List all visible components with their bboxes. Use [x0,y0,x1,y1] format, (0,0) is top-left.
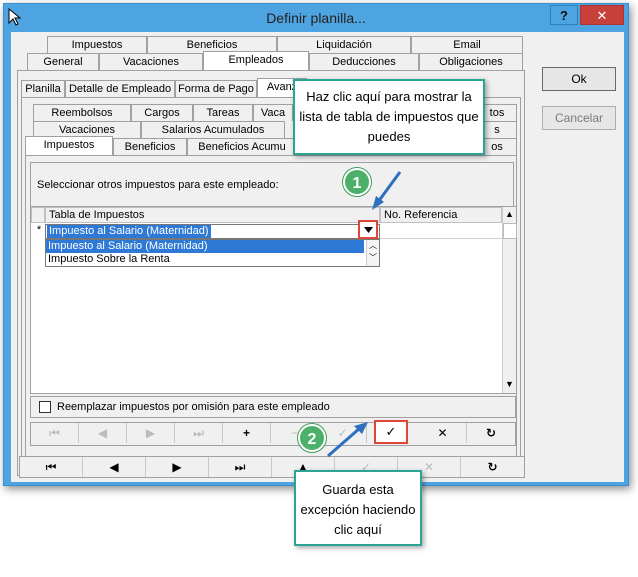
first-record-button[interactable]: ⏮ [31,423,79,443]
tab-empleados[interactable]: Empleados [203,51,309,70]
tab-reembolsos[interactable]: Reembolsos [33,104,131,121]
insert-record-button[interactable]: + [223,423,271,443]
grid-scrollbar[interactable]: ▲ ▼ [502,207,517,393]
tab-forma-pago[interactable]: Forma de Pago [175,80,257,97]
tab-obligaciones[interactable]: Obligaciones [419,53,523,70]
tab-beneficios-acumulados[interactable]: Beneficios Acumu [187,138,297,155]
tab-general[interactable]: General [27,53,99,70]
tab-beneficios[interactable]: Beneficios [113,138,187,155]
inner-navigator: ⏮ ◀ ▶ ⏭ + − ✓ ✕ ↻ [30,422,516,446]
tab-cargos[interactable]: Cargos [131,104,193,121]
scroll-up-icon[interactable]: ▲ [505,209,514,219]
next-record-button[interactable]: ▶ [127,423,175,443]
chevron-down-icon[interactable]: ﹀ [369,252,377,263]
outer-last-button[interactable]: ⏭ [209,457,272,477]
tab-deducciones[interactable]: Deducciones [309,53,419,70]
callout-save-hint: Guarda esta excepción haciendo clic aquí [294,470,422,546]
cancel-button[interactable]: Cancelar [542,106,616,130]
row-marker: * [36,224,42,236]
dropdown-option[interactable]: Impuesto al Salario (Maternidad) [46,240,364,253]
tax-combobox[interactable]: Impuesto al Salario (Maternidad) [45,224,380,239]
row-header-corner [31,207,45,223]
outer-refresh-button[interactable]: ↻ [461,457,524,477]
arrow-icon [327,422,368,458]
tab-salarios-acumulados[interactable]: Salarios Acumulados [141,121,285,138]
tab-planilla[interactable]: Planilla [21,80,65,97]
prior-record-button[interactable]: ◀ [79,423,127,443]
col-tax-table[interactable]: Tabla de Impuestos [45,207,380,223]
refresh-record-button[interactable]: ↻ [467,423,515,443]
reference-cell[interactable] [380,224,502,239]
tab-impuestos-top[interactable]: Impuestos [47,36,147,53]
tax-dropdown-list[interactable]: Impuesto al Salario (Maternidad) Impuest… [45,239,380,267]
outer-first-button[interactable]: ⏮ [20,457,83,477]
dropdown-arrow-icon [364,227,373,233]
last-record-button[interactable]: ⏭ [175,423,223,443]
tab-vaca[interactable]: Vaca [253,104,293,121]
chevron-up-icon[interactable]: ︿ [369,240,377,251]
post-record-button[interactable]: ✓ [374,420,408,444]
arrow-icon [372,171,402,210]
ok-button[interactable]: Ok [542,67,616,91]
tab-tareas[interactable]: Tareas [193,104,253,121]
callout-dropdown-hint: Haz clic aquí para mostrar la lista de t… [293,79,485,155]
close-button[interactable]: ✕ [580,5,624,25]
dropdown-scrollbar[interactable]: ︿ ﹀ [366,240,379,266]
outer-prior-button[interactable]: ◀ [83,457,146,477]
dropdown-option[interactable]: Impuesto Sobre la Renta [46,253,364,266]
dialog-window: Definir planilla... ? ✕ Impuestos Benefi… [3,3,629,486]
scroll-down-icon[interactable]: ▼ [505,379,514,389]
tab-vacaciones-top[interactable]: Vacaciones [99,53,203,70]
tax-grid[interactable]: Tabla de Impuestos No. Referencia * Impu… [30,206,517,394]
cancel-record-button[interactable]: ✕ [419,423,467,443]
impuestos-panel: Seleccionar otros impuestos para este em… [25,155,517,467]
replace-checkbox-label: Reemplazar impuestos por omisión para es… [57,401,330,413]
outer-navigator: ⏮ ◀ ▶ ⏭ ▲ ✓ ✕ ↻ [19,456,525,478]
tax-combobox-value: Impuesto al Salario (Maternidad) [47,225,211,238]
step-badge-1: 1 [343,168,371,196]
replace-box: Reemplazar impuestos por omisión para es… [30,396,516,418]
dropdown-button[interactable] [358,220,378,239]
tab-detalle-empleado[interactable]: Detalle de Empleado [65,80,175,97]
tab-email[interactable]: Email [411,36,523,53]
instruction-text: Seleccionar otros impuestos para este em… [37,179,279,191]
help-button[interactable]: ? [550,5,578,25]
outer-next-button[interactable]: ▶ [146,457,209,477]
title-bar[interactable]: Definir planilla... ? ✕ [4,4,628,32]
scroll-thumb[interactable] [503,223,517,239]
replace-checkbox[interactable] [39,401,51,413]
window-title: Definir planilla... [266,10,366,26]
tab-impuestos[interactable]: Impuestos [25,136,113,155]
